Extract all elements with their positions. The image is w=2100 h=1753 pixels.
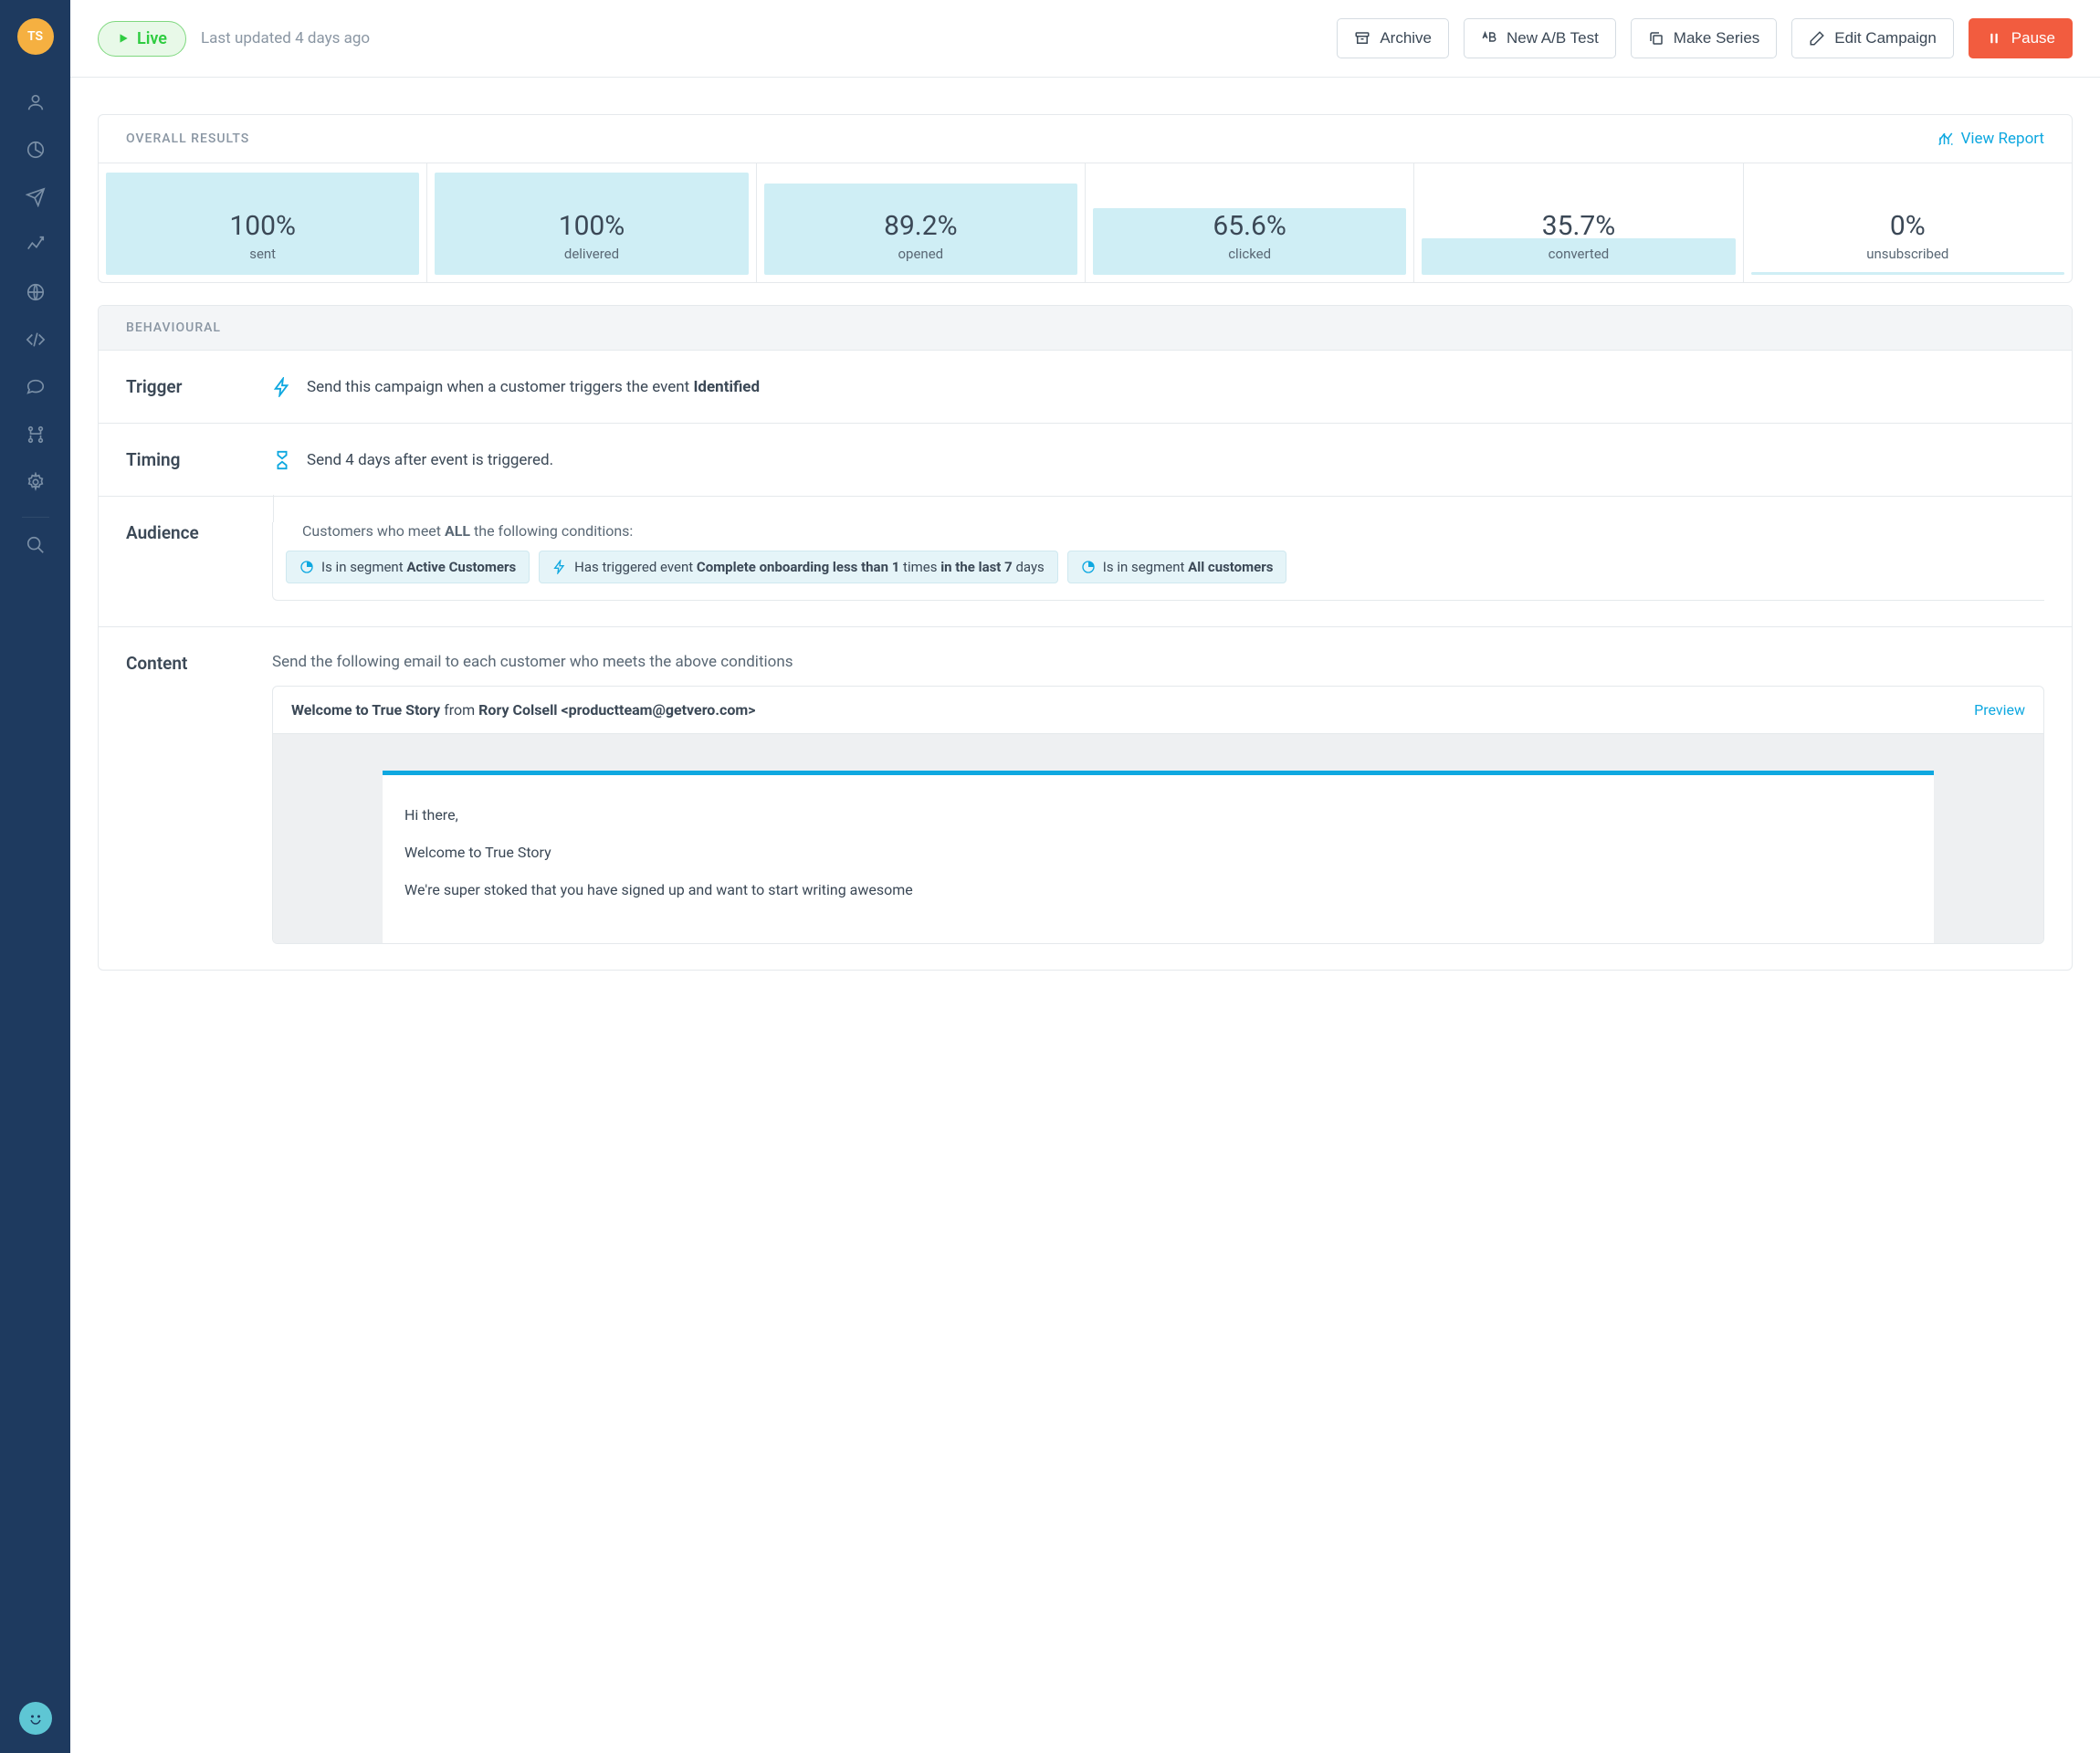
last-updated-text: Last updated 4 days ago (201, 29, 370, 47)
hourglass-icon (272, 450, 292, 470)
nav-reports-icon[interactable] (16, 225, 56, 265)
make-series-button[interactable]: Make Series (1631, 18, 1777, 58)
sidebar: TS (0, 0, 70, 1753)
metric-clicked[interactable]: 65.6%clicked (1086, 163, 1414, 282)
timing-row: Timing Send 4 days after event is trigge… (99, 423, 2072, 496)
pause-button[interactable]: Pause (1969, 18, 2073, 58)
audience-chip[interactable]: Has triggered event Complete onboarding … (539, 551, 1058, 583)
metric-opened[interactable]: 89.2%opened (757, 163, 1086, 282)
status-label: Live (137, 29, 167, 48)
trigger-label: Trigger (126, 376, 272, 397)
view-report-link[interactable]: View Report (1937, 130, 2044, 148)
behavioural-panel: BEHAVIOURAL Trigger Send this campaign w… (98, 305, 2073, 971)
nav-globe-icon[interactable] (16, 272, 56, 312)
archive-icon (1354, 30, 1370, 47)
nav-campaigns-icon[interactable] (16, 177, 56, 217)
email-line-2: We're super stoked that you have signed … (404, 877, 1912, 902)
email-subject-line: Welcome to True Story from Rory Colsell … (291, 701, 755, 719)
email-line-1: Welcome to True Story (404, 840, 1912, 865)
trigger-text: Send this campaign when a customer trigg… (307, 378, 760, 396)
content-intro: Send the following email to each custome… (272, 653, 2044, 671)
timing-text: Send 4 days after event is triggered. (307, 451, 553, 469)
metric-converted[interactable]: 35.7%converted (1414, 163, 1743, 282)
audience-intro: Customers who meet ALL the following con… (286, 522, 2044, 540)
series-icon (1648, 30, 1664, 47)
nav-code-icon[interactable] (16, 320, 56, 360)
bolt-icon (272, 377, 292, 397)
metric-delivered[interactable]: 100%delivered (427, 163, 756, 282)
nav-people-icon[interactable] (16, 82, 56, 122)
archive-button[interactable]: Archive (1337, 18, 1449, 58)
audience-chips: Is in segment Active Customers Has trigge… (286, 551, 2044, 583)
trigger-row: Trigger Send this campaign when a custom… (99, 350, 2072, 423)
audience-label: Audience (126, 522, 272, 601)
metric-unsubscribed[interactable]: 0%unsubscribed (1744, 163, 2072, 282)
audience-row: Audience Customers who meet ALL the foll… (99, 496, 2072, 626)
nav-chat-icon[interactable] (16, 367, 56, 407)
audience-chip[interactable]: Is in segment All customers (1067, 551, 1287, 583)
chart-icon (1937, 131, 1954, 147)
content-label: Content (126, 653, 272, 944)
topbar: Live Last updated 4 days ago Archive New… (70, 0, 2100, 78)
metric-sent[interactable]: 100%sent (99, 163, 427, 282)
content-row: Content Send the following email to each… (99, 626, 2072, 970)
email-card: Welcome to True Story from Rory Colsell … (272, 686, 2044, 944)
behavioural-title: BEHAVIOURAL (99, 306, 2072, 350)
play-icon (117, 32, 130, 45)
preview-link[interactable]: Preview (1974, 701, 2025, 719)
nav-settings-icon[interactable] (16, 462, 56, 502)
nav-segments-icon[interactable] (16, 130, 56, 170)
status-live-pill: Live (98, 21, 186, 57)
edit-campaign-button[interactable]: Edit Campaign (1791, 18, 1954, 58)
nav-divider (22, 517, 49, 518)
results-panel: OVERALL RESULTS View Report 100%sent100%… (98, 114, 2073, 283)
email-greeting: Hi there, (404, 803, 1912, 827)
timing-label: Timing (126, 449, 272, 470)
email-preview-body: Hi there, Welcome to True Story We're su… (273, 734, 2043, 943)
nav-flow-icon[interactable] (16, 415, 56, 455)
nav-search-icon[interactable] (16, 525, 56, 565)
metrics-row: 100%sent100%delivered89.2%opened65.6%cli… (99, 163, 2072, 282)
ab-test-icon (1481, 30, 1497, 47)
nav-feedback-icon[interactable] (19, 1702, 52, 1735)
main-content: Live Last updated 4 days ago Archive New… (70, 0, 2100, 1753)
results-title: OVERALL RESULTS (126, 131, 249, 146)
new-ab-test-button[interactable]: New A/B Test (1464, 18, 1616, 58)
edit-icon (1809, 30, 1825, 47)
user-avatar[interactable]: TS (17, 18, 54, 55)
audience-chip[interactable]: Is in segment Active Customers (286, 551, 530, 583)
pause-icon (1986, 30, 2002, 47)
